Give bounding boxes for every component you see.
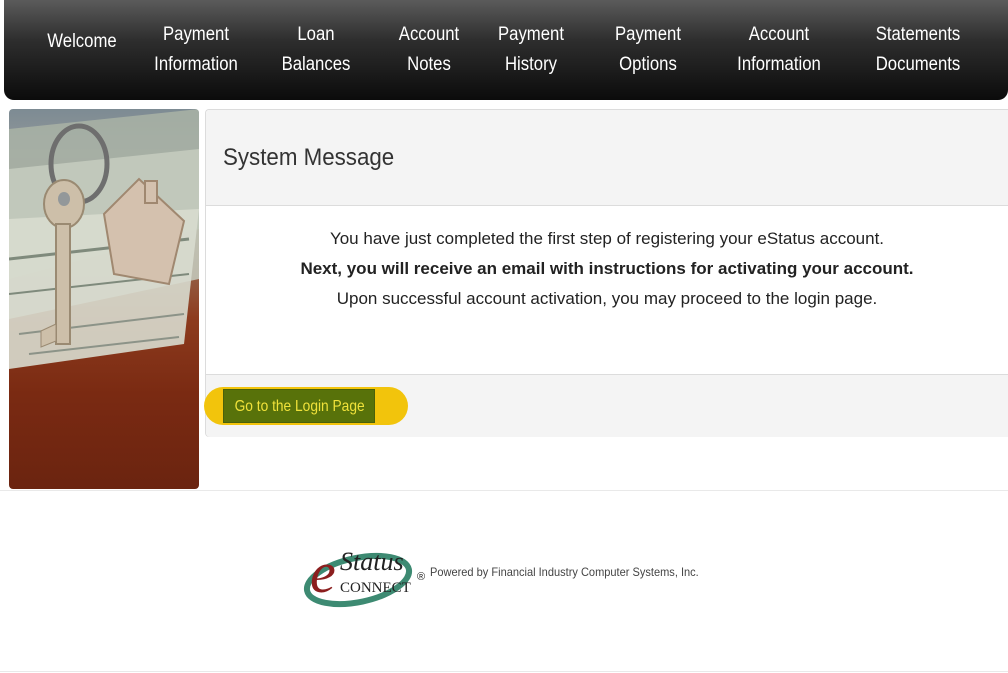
nav-payment-history-label-2: History [504,54,558,75]
nav-payment-information[interactable]: Payment Information [152,0,240,100]
go-to-login-label: Go to the Login Page [234,398,365,415]
top-nav-bar: Welcome Payment Information Loan Balances … [4,0,1008,100]
message-line-3: Upon successful account activation, you … [336,289,878,308]
nav-payment-information-label-2: Information [154,54,238,75]
nav-account-notes[interactable]: Account Notes [394,0,464,100]
logo-connect-text: CONNECT [340,580,411,596]
powered-by-text: Powered by Financial Industry Computer S… [430,565,699,579]
nav-account-information-label-1: Account [748,24,810,45]
nav-loan-balances-label-2: Balances [281,54,351,75]
logo-registered-mark: ® [417,571,425,583]
nav-welcome[interactable]: Welcome [47,0,117,100]
panel-header: System Message [206,110,1008,206]
go-to-login-button[interactable]: Go to the Login Page [223,389,375,423]
panel-title: System Message [223,144,395,171]
panel-footer: Go to the Login Page [204,374,1008,437]
panel-body: You have just completed the first step o… [206,205,1008,374]
estatus-connect-logo: e Status CONNECT ® [300,532,430,612]
nav-statements-documents-label-2: Documents [875,54,961,75]
nav-statements-documents[interactable]: Statements Documents [874,0,962,100]
nav-account-information[interactable]: Account Information [735,0,823,100]
system-message-panel: System Message You have just completed t… [204,109,1008,437]
nav-account-notes-label-1: Account [398,24,460,45]
nav-payment-information-label-1: Payment [163,24,229,45]
message-line-1: You have just completed the first step o… [329,229,885,248]
nav-payment-history-label-1: Payment [498,24,564,45]
bottom-divider [0,671,1008,672]
nav-account-information-label-2: Information [737,54,821,75]
estatus-connect-logo-graphic: e Status CONNECT ® [303,540,425,608]
content-divider [0,490,1008,491]
nav-account-notes-label-2: Notes [407,54,451,75]
nav-payment-options[interactable]: Payment Options [613,0,683,100]
message-line-2: Next, you will receive an email with ins… [300,259,914,278]
nav-statements-documents-label-1: Statements [875,24,961,45]
nav-payment-options-label-2: Options [619,54,677,75]
nav-payment-options-label-1: Payment [615,24,681,45]
nav-welcome-label: Welcome [47,31,117,52]
keys-illustration [9,109,199,369]
nav-loan-balances[interactable]: Loan Balances [281,0,351,100]
logo-letter-e: e [310,540,336,605]
keys-on-money-photo [9,109,199,489]
nav-loan-balances-label-1: Loan [297,24,335,45]
nav-payment-history[interactable]: Payment History [496,0,566,100]
logo-status-text: Status [340,547,404,576]
